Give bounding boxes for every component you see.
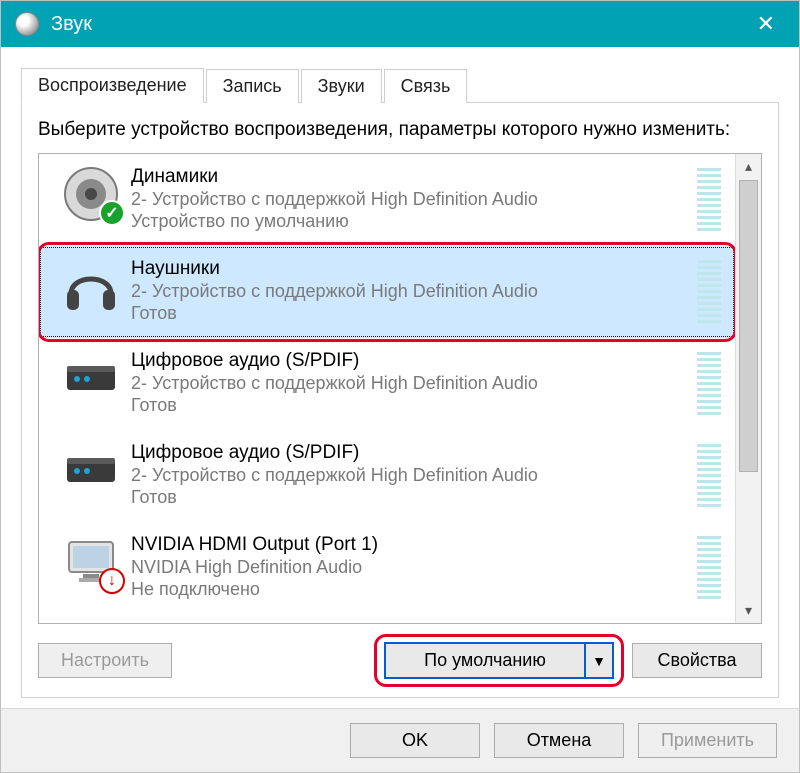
set-default-label[interactable]: По умолчанию [386,644,584,677]
scroll-up-icon[interactable]: ▴ [736,154,761,180]
device-info: Цифровое аудио (S/PDIF)2- Устройство с п… [131,348,691,416]
device-description: NVIDIA High Definition Audio [131,556,691,579]
device-row[interactable]: ↓NVIDIA HDMI Output (Port 1)NVIDIA High … [39,522,735,614]
device-name: Наушники [131,258,691,280]
monitor-icon: ↓ [51,532,131,592]
sound-app-icon [15,12,39,36]
device-status: Готов [131,303,691,324]
scroll-thumb[interactable] [739,180,758,472]
default-badge-icon: ✓ [99,200,125,226]
device-description: 2- Устройство с поддержкой High Definiti… [131,372,691,395]
scrollbar[interactable]: ▴ ▾ [735,154,761,623]
device-button-row: Настроить По умолчанию ▼ Свойства [38,642,762,679]
level-meter [697,168,721,232]
speaker-icon: ✓ [51,164,131,224]
device-info: Наушники2- Устройство с поддержкой High … [131,256,691,324]
dialog-footer: OK Отмена Применить [1,708,799,772]
properties-button[interactable]: Свойства [632,643,762,678]
device-description: 2- Устройство с поддержкой High Definiti… [131,188,691,211]
cancel-button[interactable]: Отмена [494,723,624,758]
device-info: Цифровое аудио (S/PDIF)2- Устройство с п… [131,440,691,508]
device-row[interactable]: Цифровое аудио (S/PDIF)2- Устройство с п… [39,430,735,522]
device-name: NVIDIA HDMI Output (Port 1) [131,534,691,556]
device-status: Готов [131,395,691,416]
device-description: 2- Устройство с поддержкой High Definiti… [131,464,691,487]
spdif-icon [51,440,131,500]
device-row[interactable]: Цифровое аудио (S/PDIF)2- Устройство с п… [39,338,735,430]
level-meter [697,536,721,600]
device-status: Готов [131,487,691,508]
scroll-track[interactable] [736,180,761,597]
client-area: Воспроизведение Запись Звуки Связь Выбер… [1,47,799,708]
level-meter [697,260,721,324]
device-row[interactable]: ✓Динамики2- Устройство с поддержкой High… [39,154,735,246]
device-name: Цифровое аудио (S/PDIF) [131,442,691,464]
device-status: Не подключено [131,579,691,600]
tab-pane-playback: Выберите устройство воспроизведения, пар… [21,103,779,698]
device-list[interactable]: ✓Динамики2- Устройство с поддержкой High… [39,154,735,623]
ok-button[interactable]: OK [350,723,480,758]
tab-strip: Воспроизведение Запись Звуки Связь [21,61,779,103]
set-default-wrapper: По умолчанию ▼ [384,642,614,679]
set-default-button[interactable]: По умолчанию ▼ [384,642,614,679]
device-name: Динамики [131,166,691,188]
tab-recording[interactable]: Запись [206,69,299,103]
device-status: Устройство по умолчанию [131,211,691,232]
window-title: Звук [51,13,747,36]
close-icon[interactable]: ✕ [747,7,785,41]
device-description: 2- Устройство с поддержкой High Definiti… [131,280,691,303]
apply-button[interactable]: Применить [638,723,777,758]
device-info: Динамики2- Устройство с поддержкой High … [131,164,691,232]
instruction-text: Выберите устройство воспроизведения, пар… [38,117,762,143]
device-info: NVIDIA HDMI Output (Port 1)NVIDIA High D… [131,532,691,600]
tab-communications[interactable]: Связь [384,69,468,103]
scroll-down-icon[interactable]: ▾ [736,597,761,623]
spdif-icon [51,348,131,408]
level-meter [697,352,721,416]
headphones-icon [51,256,131,316]
titlebar: Звук ✕ [1,1,799,47]
set-default-dropdown-icon[interactable]: ▼ [584,644,612,677]
device-row[interactable]: Наушники2- Устройство с поддержкой High … [39,246,735,338]
device-list-container: ✓Динамики2- Устройство с поддержкой High… [38,153,762,624]
configure-button[interactable]: Настроить [38,643,172,678]
tab-playback[interactable]: Воспроизведение [21,68,204,103]
tab-sounds[interactable]: Звуки [301,69,382,103]
error-badge-icon: ↓ [99,568,125,594]
sound-dialog: Звук ✕ Воспроизведение Запись Звуки Связ… [0,0,800,773]
device-name: Цифровое аудио (S/PDIF) [131,350,691,372]
level-meter [697,444,721,508]
